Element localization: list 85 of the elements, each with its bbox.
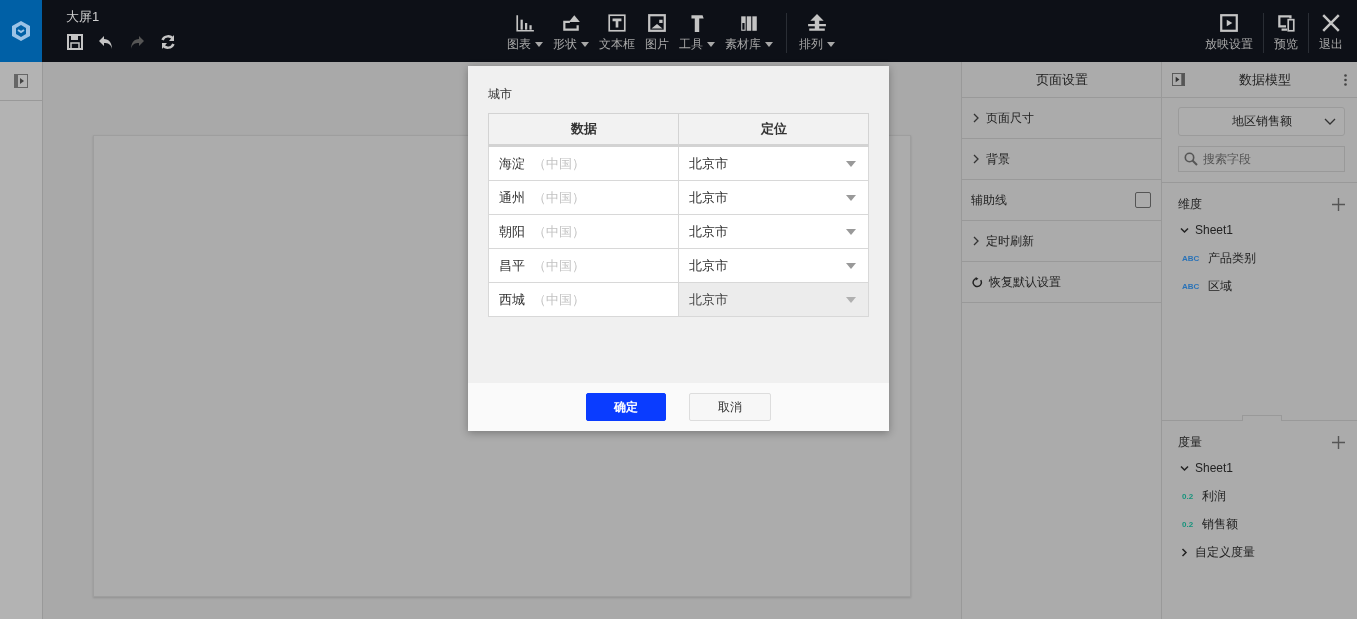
more-icon[interactable] (1344, 73, 1347, 86)
field-item[interactable]: 产品类别 (1208, 249, 1257, 267)
arrange-icon (807, 13, 827, 33)
location-dropdown[interactable]: 北京市 (678, 180, 869, 215)
search-icon (1184, 152, 1198, 166)
tree-group[interactable]: 自定义度量 (1195, 543, 1255, 561)
preview-button[interactable]: 预览 (1263, 13, 1308, 53)
tools-tool-button[interactable]: 工具 (674, 13, 720, 53)
field-item[interactable]: 利润 (1202, 487, 1227, 505)
textbox-tool-button[interactable]: 文本框 (594, 13, 640, 53)
bar-chart-icon (515, 13, 535, 33)
chevron-icon[interactable] (972, 154, 980, 164)
country-name: （中国） (533, 155, 585, 171)
location-dropdown[interactable]: 北京市 (678, 145, 869, 181)
document-title: 大屏1 (66, 8, 101, 26)
caret-icon (846, 195, 856, 201)
location-dropdown[interactable]: 北京市 (678, 282, 869, 317)
city-name: 西城 (499, 291, 525, 307)
country-name: （中国） (533, 291, 585, 307)
image-icon (647, 13, 667, 33)
library-icon (739, 13, 759, 33)
save-icon[interactable] (66, 33, 84, 51)
app-logo[interactable] (0, 0, 42, 62)
settings-section[interactable]: 定时刷新 (986, 232, 1034, 250)
city-name: 通州 (499, 189, 525, 205)
panel-title: 数据模型 (1237, 70, 1292, 89)
city-name: 昌平 (499, 257, 525, 273)
dataset-dropdown[interactable]: 地区销售额 (1178, 107, 1345, 136)
reset-icon[interactable] (972, 276, 983, 288)
column-header: 数据 (488, 113, 679, 146)
checkbox[interactable] (1135, 192, 1151, 208)
close-icon (1321, 13, 1341, 33)
country-name: （中国） (533, 223, 585, 239)
field-type-label: ABC (1182, 253, 1200, 263)
cancel-button[interactable]: 取消 (689, 393, 771, 421)
chevron-icon[interactable] (1180, 225, 1189, 235)
settings-section[interactable]: 页面尺寸 (986, 109, 1034, 127)
panel-toggle-icon[interactable] (14, 74, 28, 88)
location-dropdown[interactable]: 北京市 (678, 214, 869, 249)
tree-group[interactable]: Sheet1 (1195, 461, 1234, 475)
play-button[interactable]: 放映设置 (1195, 13, 1263, 53)
tree-group[interactable]: Sheet1 (1195, 223, 1234, 237)
city-name: 海淀 (499, 155, 525, 171)
exit-button[interactable]: 退出 (1308, 13, 1353, 53)
textbox-icon (607, 13, 627, 33)
chevron-icon[interactable] (972, 113, 980, 123)
chevron-icon (1324, 118, 1336, 126)
caret-icon (846, 161, 856, 167)
image-tool-button[interactable]: 图片 (640, 13, 674, 53)
caret-icon (846, 263, 856, 269)
caret-icon (846, 297, 856, 303)
column-header: 定位 (678, 113, 869, 146)
add-icon[interactable] (1332, 198, 1345, 211)
search-field[interactable]: 搜索字段 (1178, 146, 1345, 172)
country-name: （中国） (533, 189, 585, 205)
chevron-icon[interactable] (1180, 463, 1189, 473)
reset-settings-link[interactable]: 恢复默认设置 (989, 273, 1061, 291)
panel-title: 页面设置 (962, 62, 1161, 98)
shape-icon (561, 13, 581, 33)
field-item[interactable]: 区域 (1208, 277, 1233, 295)
field-type-label: 0.2 (1182, 519, 1194, 529)
play-icon (1219, 13, 1239, 33)
add-icon[interactable] (1332, 436, 1345, 449)
chart-tool-button[interactable]: 图表 (502, 13, 548, 53)
arrange-tool-button[interactable]: 排列 (786, 13, 840, 53)
confirm-button[interactable]: 确定 (586, 393, 666, 421)
field-type-label: ABC (1182, 281, 1200, 291)
chevron-icon[interactable] (972, 236, 980, 246)
city-name: 朝阳 (499, 223, 525, 239)
field-label: 城市 (488, 86, 513, 103)
field-item[interactable]: 销售额 (1202, 515, 1239, 533)
section-title: 度量 (1178, 434, 1202, 451)
caret-icon (846, 229, 856, 235)
settings-section[interactable]: 背景 (986, 150, 1010, 168)
country-name: （中国） (533, 257, 585, 273)
library-tool-button[interactable]: 素材库 (720, 13, 778, 53)
section-title: 维度 (1178, 196, 1202, 213)
panel-toggle-icon[interactable] (1172, 73, 1185, 86)
shape-tool-button[interactable]: 形状 (548, 13, 594, 53)
field-type-label: 0.2 (1182, 491, 1194, 501)
chevron-icon[interactable] (1180, 547, 1189, 557)
monitor-icon (1276, 13, 1296, 33)
refresh-icon[interactable] (159, 33, 177, 51)
location-dropdown[interactable]: 北京市 (678, 248, 869, 283)
setting-label: 辅助线 (970, 191, 1007, 209)
